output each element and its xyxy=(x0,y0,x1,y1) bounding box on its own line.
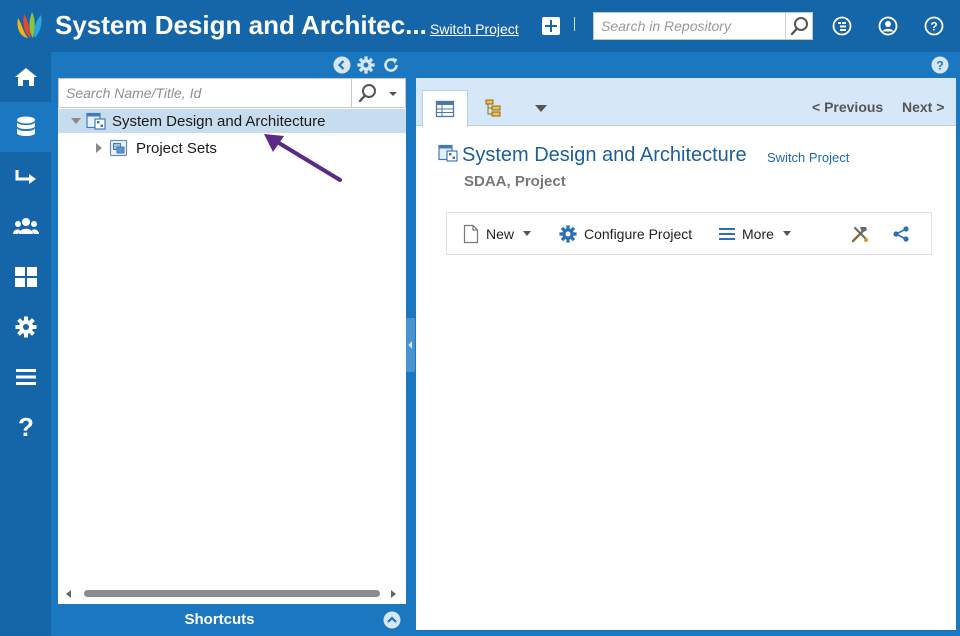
nav-users[interactable] xyxy=(0,202,51,252)
tab-more-views[interactable] xyxy=(518,90,564,126)
view-tabs: < Previous Next > xyxy=(416,78,956,127)
tree-search xyxy=(58,78,406,108)
search-icon xyxy=(790,17,808,36)
tools-icon xyxy=(851,226,868,242)
app-logo xyxy=(17,12,42,38)
dashboard-icon xyxy=(14,267,37,287)
repository-search xyxy=(593,12,813,40)
pane-splitter[interactable] xyxy=(406,318,415,372)
arrow-forward-icon xyxy=(15,170,36,184)
more-button[interactable]: More xyxy=(719,213,791,254)
tree-toolbar xyxy=(51,52,411,78)
collapsed-triangle-icon[interactable] xyxy=(92,141,106,155)
chevron-up-icon[interactable] xyxy=(383,611,401,629)
help-circle-icon[interactable]: ? xyxy=(924,16,944,36)
users-icon xyxy=(12,218,39,234)
tab-overview[interactable] xyxy=(422,90,468,127)
tree-node-label: System Design and Architecture xyxy=(112,112,326,130)
tab-structure[interactable] xyxy=(470,90,516,126)
chevron-down-icon xyxy=(389,92,397,96)
tree-search-button[interactable] xyxy=(351,79,381,107)
nav-settings[interactable] xyxy=(0,302,51,352)
document-icon xyxy=(463,224,479,243)
gear-icon xyxy=(15,316,36,338)
nav-repository[interactable] xyxy=(0,102,51,152)
tree-node-label: Project Sets xyxy=(136,139,217,157)
share-button[interactable] xyxy=(892,213,917,254)
project-icon xyxy=(86,112,106,130)
tree-view-icon[interactable] xyxy=(832,16,852,36)
collapse-left-icon[interactable] xyxy=(333,56,351,74)
project-subtitle: SDAA, Project xyxy=(464,173,566,190)
refresh-icon[interactable] xyxy=(382,56,400,74)
caret-down-icon xyxy=(535,105,547,112)
nav-dashboard[interactable] xyxy=(0,252,51,302)
table-view-icon xyxy=(435,100,455,118)
scroll-right-icon[interactable] xyxy=(388,589,398,599)
svg-text:?: ? xyxy=(936,59,943,73)
help-icon: ? xyxy=(18,414,34,440)
top-header: System Design and Architec... Switch Pro… xyxy=(0,0,960,52)
repository-tree-panel: System Design and Architecture Project S… xyxy=(58,78,406,604)
menu-icon xyxy=(719,227,735,240)
repository-search-button[interactable] xyxy=(785,13,812,39)
chevron-down-icon xyxy=(782,231,791,236)
tree-search-dropdown[interactable] xyxy=(381,79,405,107)
hierarchy-icon xyxy=(485,99,501,117)
nav-traceability[interactable] xyxy=(0,152,51,202)
svg-text:?: ? xyxy=(18,414,34,440)
shortcuts-label: Shortcuts xyxy=(184,611,255,628)
content-toolbar: ? xyxy=(415,52,960,78)
add-icon[interactable] xyxy=(542,17,560,35)
more-button-label: More xyxy=(742,225,774,242)
expanded-triangle-icon[interactable] xyxy=(69,114,83,128)
tree-node-project-sets[interactable]: Project Sets xyxy=(58,136,406,160)
tree-settings-icon[interactable] xyxy=(357,56,375,74)
tools-button[interactable] xyxy=(850,213,877,254)
gear-icon xyxy=(559,224,577,243)
help-icon[interactable]: ? xyxy=(931,56,949,74)
horizontal-scrollbar[interactable] xyxy=(58,586,406,602)
nav-menu[interactable] xyxy=(0,352,51,402)
configure-project-label: Configure Project xyxy=(584,225,693,242)
shortcuts-bar[interactable]: Shortcuts xyxy=(51,604,411,636)
svg-text:?: ? xyxy=(930,20,937,34)
nav-home[interactable] xyxy=(0,52,51,102)
next-link[interactable]: Next > xyxy=(902,99,944,115)
tree-node-root[interactable]: System Design and Architecture xyxy=(58,109,406,133)
left-navigation: ? xyxy=(0,52,51,636)
repository-search-input[interactable] xyxy=(594,13,786,39)
database-icon xyxy=(16,116,35,136)
new-button-label: New xyxy=(486,225,515,242)
content-panel: < Previous Next > System Design and Arch… xyxy=(416,78,956,630)
tree-search-input[interactable] xyxy=(59,79,349,107)
new-button[interactable]: New xyxy=(463,213,532,254)
scrollbar-thumb[interactable] xyxy=(84,590,380,597)
switch-project-link[interactable]: Switch Project xyxy=(430,21,519,37)
splitter-arrow-icon xyxy=(408,341,412,349)
action-bar: New Configure Project More xyxy=(446,212,932,255)
home-icon xyxy=(14,68,37,86)
project-sets-icon xyxy=(109,139,128,157)
previous-link[interactable]: < Previous xyxy=(812,99,883,115)
share-icon xyxy=(893,225,909,242)
search-icon xyxy=(358,84,376,103)
project-icon xyxy=(438,144,458,162)
switch-project-link[interactable]: Switch Project xyxy=(767,150,849,165)
scroll-left-icon[interactable] xyxy=(64,589,74,599)
configure-project-button[interactable]: Configure Project xyxy=(559,213,692,254)
header-divider xyxy=(574,17,575,31)
chevron-down-icon xyxy=(523,231,532,236)
user-profile-icon[interactable] xyxy=(878,16,898,36)
project-title: System Design and Architecture xyxy=(462,144,747,166)
menu-icon xyxy=(15,369,36,385)
app-title: System Design and Architec... xyxy=(55,10,427,40)
nav-help[interactable]: ? xyxy=(0,402,51,452)
